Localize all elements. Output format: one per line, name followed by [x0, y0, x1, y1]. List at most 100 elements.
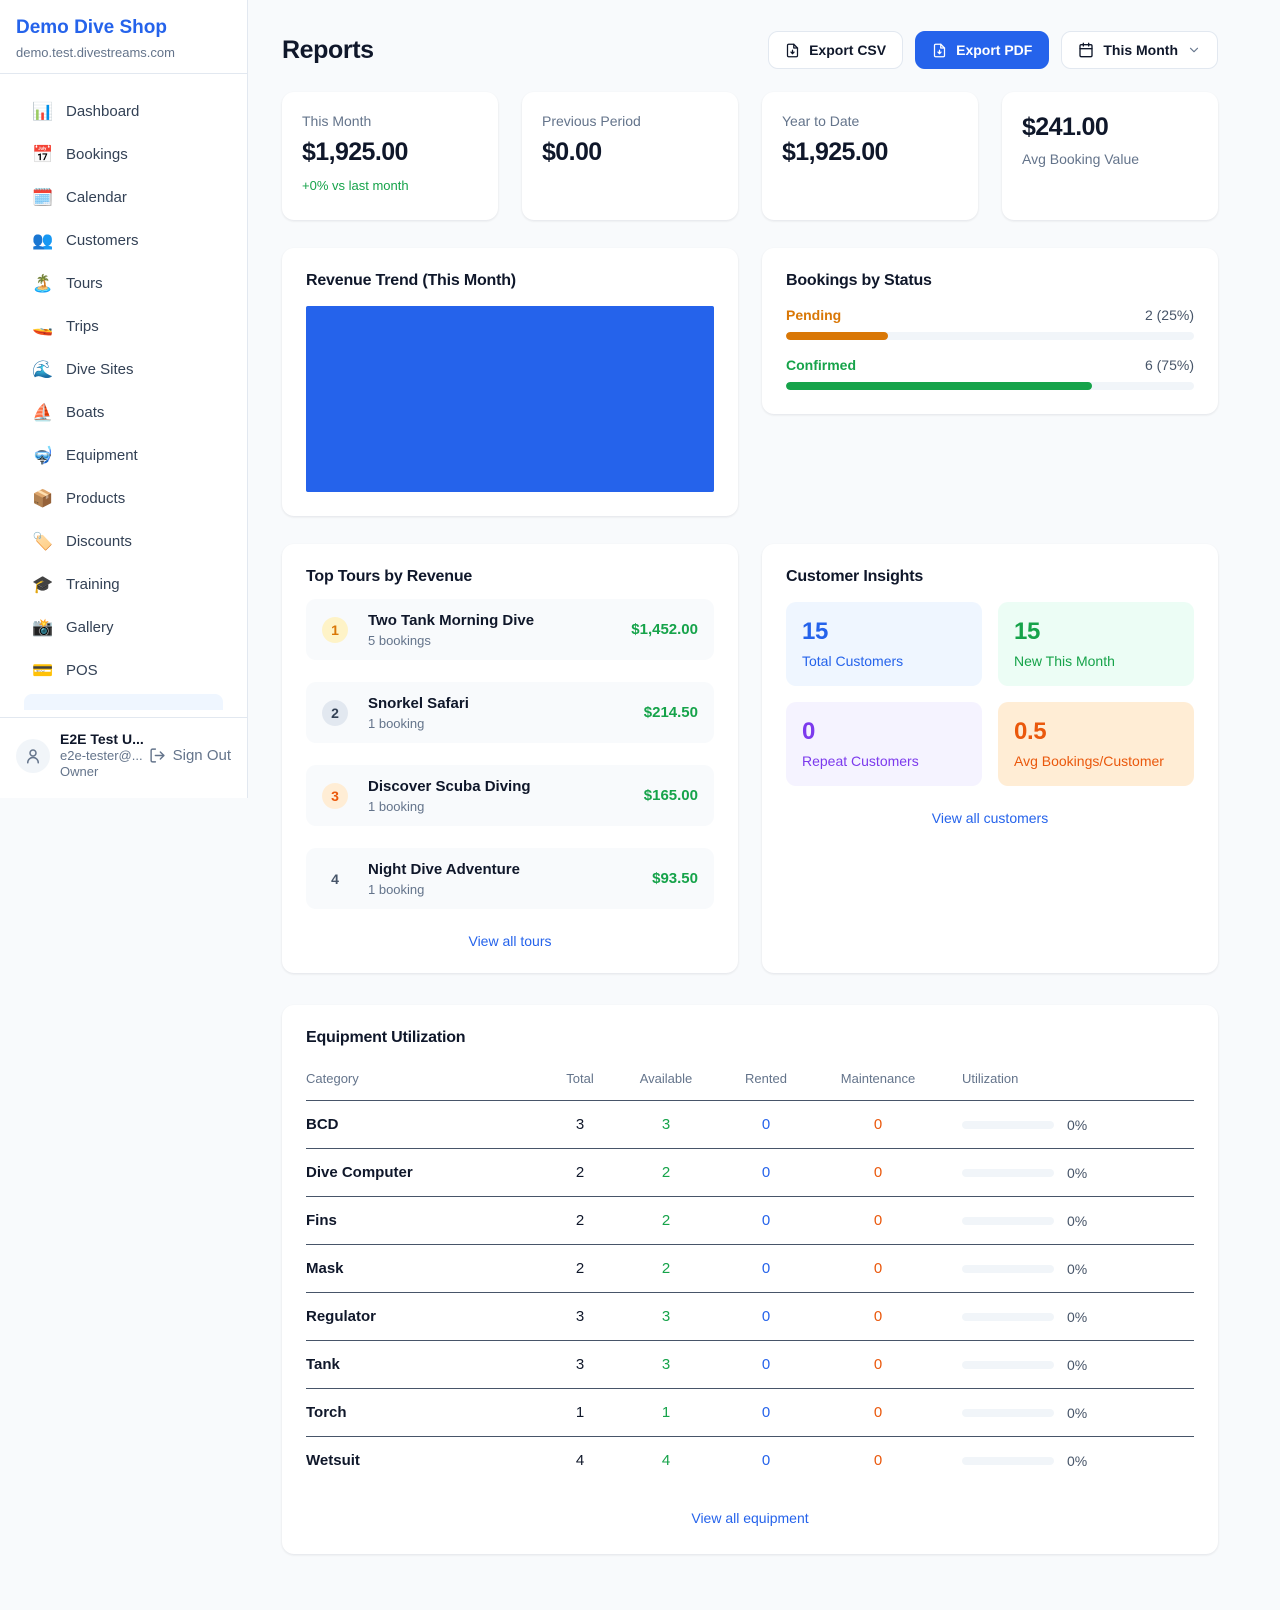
- equipment-rented: 0: [716, 1437, 816, 1485]
- sidebar-item-equipment[interactable]: 🤿 Equipment: [12, 434, 235, 477]
- equipment-maintenance: 0: [816, 1197, 940, 1245]
- sidebar-item-training[interactable]: 🎓 Training: [12, 563, 235, 606]
- sign-out-label: Sign Out: [173, 747, 231, 764]
- tile-value: 0: [802, 718, 966, 746]
- person-icon: [24, 747, 42, 765]
- utilization-bar: [962, 1265, 1054, 1273]
- equipment-available: 2: [616, 1245, 716, 1293]
- utilization-percent: 0%: [1067, 1405, 1087, 1421]
- sidebar-item-dashboard[interactable]: 📊 Dashboard: [12, 90, 235, 133]
- sailboat-icon: ⛵: [32, 401, 52, 424]
- sidebar-item-dive-sites[interactable]: 🌊 Dive Sites: [12, 348, 235, 391]
- sidebar-item-reports-selected[interactable]: [24, 694, 223, 710]
- shop-name: Demo Dive Shop: [16, 17, 231, 39]
- file-download-icon: [785, 43, 800, 58]
- view-all-tours-link[interactable]: View all tours: [306, 933, 714, 949]
- utilization-percent: 0%: [1067, 1453, 1087, 1469]
- sidebar-item-tours[interactable]: 🏝️ Tours: [12, 262, 235, 305]
- sidebar-item-bookings[interactable]: 📅 Bookings: [12, 133, 235, 176]
- utilization-bar: [962, 1313, 1054, 1321]
- file-download-icon: [932, 43, 947, 58]
- sidebar-nav: 📊 Dashboard 📅 Bookings 🗓️ Calendar 👥 Cus…: [0, 74, 247, 710]
- utilization-cell: 0%: [962, 1453, 1194, 1469]
- stat-value: $0.00: [542, 138, 718, 167]
- graduation-cap-icon: 🎓: [32, 573, 52, 596]
- period-dropdown[interactable]: This Month: [1061, 31, 1218, 69]
- user-meta: E2E Test U... e2e-tester@... Owner: [60, 731, 137, 780]
- utilization-bar: [962, 1169, 1054, 1177]
- sidebar-item-label: Gallery: [66, 616, 114, 639]
- sidebar-item-products[interactable]: 📦 Products: [12, 477, 235, 520]
- tile-repeat-customers: 0 Repeat Customers: [786, 702, 982, 786]
- tour-row: 3 Discover Scuba Diving 1 booking $165.0…: [306, 765, 714, 826]
- sidebar-item-pos[interactable]: 💳 POS: [12, 649, 235, 692]
- tour-bookings: 1 booking: [368, 882, 520, 897]
- table-header-row: Category Total Available Rented Maintena…: [306, 1059, 1194, 1101]
- revenue-trend-card: Revenue Trend (This Month): [282, 248, 738, 516]
- tour-name: Discover Scuba Diving: [368, 777, 531, 796]
- sidebar-item-discounts[interactable]: 🏷️ Discounts: [12, 520, 235, 563]
- utilization-cell: 0%: [962, 1405, 1194, 1421]
- credit-card-icon: 💳: [32, 659, 52, 682]
- equipment-available: 3: [616, 1293, 716, 1341]
- export-csv-button[interactable]: Export CSV: [768, 31, 903, 69]
- trips-boat-icon: 🚤: [32, 315, 52, 338]
- insights-row: Top Tours by Revenue 1 Two Tank Morning …: [282, 544, 1218, 973]
- equipment-utilization-card: Equipment Utilization Category Total Ava…: [282, 1005, 1218, 1554]
- utilization-bar: [962, 1121, 1054, 1129]
- export-pdf-button[interactable]: Export PDF: [915, 31, 1049, 69]
- sidebar-item-calendar[interactable]: 🗓️ Calendar: [12, 176, 235, 219]
- utilization-cell: 0%: [962, 1165, 1194, 1181]
- sidebar-item-boats[interactable]: ⛵ Boats: [12, 391, 235, 434]
- rank-badge: 1: [322, 617, 348, 643]
- bookings-calendar-icon: 📅: [32, 143, 52, 166]
- equipment-rented: 0: [716, 1293, 816, 1341]
- equipment-category: Mask: [306, 1245, 544, 1293]
- revenue-trend-chart: [306, 306, 714, 492]
- sidebar-item-label: Discounts: [66, 530, 132, 553]
- sidebar-item-label: Dive Sites: [66, 358, 134, 381]
- utilization-cell: 0%: [962, 1309, 1194, 1325]
- calendar-icon: 🗓️: [32, 186, 52, 209]
- equipment-maintenance: 0: [816, 1437, 940, 1485]
- equipment-total: 3: [544, 1293, 616, 1341]
- tour-amount: $93.50: [652, 870, 698, 887]
- table-row: BCD 3 3 0 0 0%: [306, 1101, 1194, 1149]
- equipment-maintenance: 0: [816, 1101, 940, 1149]
- utilization-cell: 0%: [962, 1261, 1194, 1277]
- insight-tiles: 15 Total Customers 15 New This Month 0 R…: [786, 602, 1194, 786]
- sidebar-item-gallery[interactable]: 📸 Gallery: [12, 606, 235, 649]
- status-row-pending: Pending 2 (25%): [786, 307, 1194, 340]
- equipment-available: 1: [616, 1389, 716, 1437]
- utilization-cell: 0%: [962, 1117, 1194, 1133]
- stat-label: Previous Period: [542, 113, 718, 129]
- view-all-equipment-link[interactable]: View all equipment: [306, 1510, 1194, 1526]
- rank-badge: 4: [322, 866, 348, 892]
- brand-header: Demo Dive Shop demo.test.divestreams.com: [0, 0, 247, 74]
- user-name: E2E Test U...: [60, 731, 137, 748]
- utilization-cell: 0%: [962, 1357, 1194, 1373]
- view-all-customers-link[interactable]: View all customers: [786, 810, 1194, 826]
- sidebar-item-customers[interactable]: 👥 Customers: [12, 219, 235, 262]
- equipment-rented: 0: [716, 1197, 816, 1245]
- tour-name: Two Tank Morning Dive: [368, 611, 534, 630]
- equipment-category: Dive Computer: [306, 1149, 544, 1197]
- utilization-cell: 0%: [962, 1213, 1194, 1229]
- top-tours-title: Top Tours by Revenue: [306, 568, 714, 586]
- sign-out-button[interactable]: Sign Out: [147, 747, 231, 764]
- table-row: Wetsuit 4 4 0 0 0%: [306, 1437, 1194, 1485]
- page-title: Reports: [282, 36, 374, 65]
- sidebar-item-trips[interactable]: 🚤 Trips: [12, 305, 235, 348]
- equipment-maintenance: 0: [816, 1389, 940, 1437]
- tour-row: 1 Two Tank Morning Dive 5 bookings $1,45…: [306, 599, 714, 660]
- equipment-category: Tank: [306, 1341, 544, 1389]
- tile-label: New This Month: [1014, 653, 1178, 669]
- equipment-rented: 0: [716, 1389, 816, 1437]
- export-csv-label: Export CSV: [809, 42, 886, 58]
- tile-new-this-month: 15 New This Month: [998, 602, 1194, 686]
- stat-label: Year to Date: [782, 113, 958, 129]
- sidebar-item-label: Dashboard: [66, 100, 139, 123]
- column-header: Category: [306, 1059, 544, 1101]
- progress-track: [786, 332, 1194, 340]
- stat-label: Avg Booking Value: [1022, 151, 1198, 167]
